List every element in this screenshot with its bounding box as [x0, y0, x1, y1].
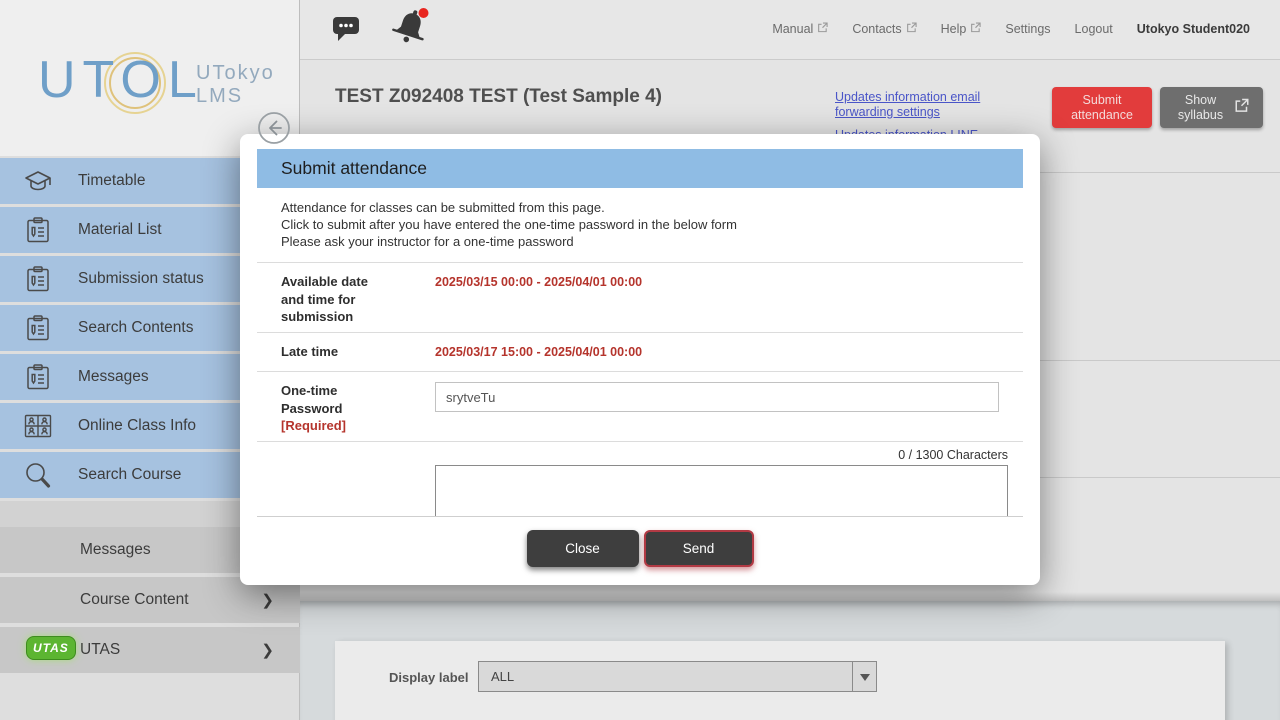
character-counter: 0 / 1300 Characters: [257, 448, 1008, 462]
show-syllabus-button[interactable]: Show syllabus: [1160, 87, 1263, 128]
clipboard-icon: [20, 363, 56, 391]
available-date-row: Available date and time for submission 2…: [257, 262, 1023, 332]
display-label-text: Display label: [389, 670, 468, 685]
modal-description: Attendance for classes can be submitted …: [257, 188, 1023, 262]
modal-title: Submit attendance: [257, 149, 1023, 188]
one-time-password-label: One-time Password: [281, 382, 387, 417]
nav-link-contacts[interactable]: Contacts: [852, 22, 916, 36]
utol-logo: UTOL: [38, 52, 204, 108]
sidebar-item-utas[interactable]: UTAS UTAS ❯: [0, 627, 300, 673]
chat-icon[interactable]: [332, 16, 362, 48]
utol-logo-subtitle: UTokyo LMS: [196, 62, 275, 108]
notification-bell-icon[interactable]: [392, 6, 432, 55]
nav-link-manual[interactable]: Manual: [772, 22, 828, 36]
graduation-cap-icon: [20, 168, 56, 194]
available-date-value: 2025/03/15 00:00 - 2025/04/01 00:00: [435, 273, 642, 332]
nav-link-settings[interactable]: Settings: [1005, 22, 1050, 36]
email-forwarding-settings-link[interactable]: Updates information email forwarding set…: [835, 90, 1003, 120]
display-label-select[interactable]: ALL: [478, 661, 877, 692]
clipboard-icon: [20, 265, 56, 293]
collapse-sidebar-back-button[interactable]: [257, 111, 291, 145]
select-dropdown-arrow-icon[interactable]: [852, 662, 876, 691]
available-date-label: Available date and time for submission: [281, 273, 387, 326]
utol-lms-screen: UTOL UTokyo LMS Timetable: [0, 0, 1280, 720]
magnifier-icon: [20, 460, 56, 490]
course-title: TEST Z092408 TEST (Test Sample 4): [335, 86, 662, 108]
late-time-row: Late time 2025/03/17 15:00 - 2025/04/01 …: [257, 332, 1023, 371]
submit-attendance-button[interactable]: Submit attendance: [1052, 87, 1152, 128]
comment-row: 0 / 1300 Characters: [257, 441, 1023, 516]
chevron-right-icon: ❯: [261, 641, 274, 659]
logo-area: UTOL UTokyo LMS: [0, 0, 299, 156]
close-button[interactable]: Close: [527, 530, 639, 567]
username[interactable]: Utokyo Student020: [1137, 22, 1250, 36]
nav-link-help[interactable]: Help: [941, 22, 982, 36]
external-link-icon: [1234, 98, 1249, 117]
send-button[interactable]: Send: [644, 530, 754, 567]
bottom-section: Display label ALL: [300, 601, 1280, 720]
top-nav: Manual Contacts Help Settings: [772, 0, 1250, 58]
video-grid-icon: [20, 414, 56, 438]
top-bar: Manual Contacts Help Settings: [300, 0, 1280, 60]
clipboard-icon: [20, 216, 56, 244]
external-link-icon: [817, 22, 828, 36]
display-label-panel: Display label ALL: [335, 641, 1225, 720]
clipboard-icon: [20, 314, 56, 342]
submit-attendance-modal: Submit attendance Attendance for classes…: [240, 134, 1040, 585]
modal-footer: Close Send: [257, 516, 1023, 598]
nav-link-logout[interactable]: Logout: [1075, 22, 1113, 36]
one-time-password-row: One-time Password [Required]: [257, 371, 1023, 441]
comment-textarea[interactable]: [435, 465, 1008, 516]
late-time-label: Late time: [281, 343, 387, 361]
comment-textarea-wrap: [435, 465, 1010, 516]
late-time-value: 2025/03/17 15:00 - 2025/04/01 00:00: [435, 343, 642, 371]
external-link-icon: [906, 22, 917, 36]
utas-logo: UTAS: [26, 636, 76, 660]
external-link-icon: [970, 22, 981, 36]
required-badge: [Required]: [281, 417, 387, 435]
one-time-password-input[interactable]: [435, 382, 999, 412]
